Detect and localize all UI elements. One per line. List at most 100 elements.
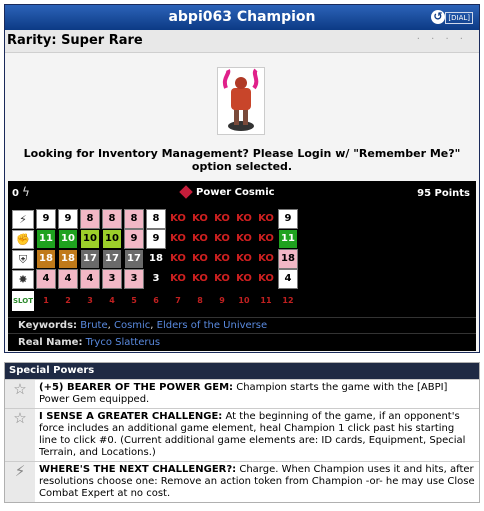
slot-number: 8 [197, 296, 203, 305]
dial-cell: KO [191, 230, 209, 248]
boot-icon: ⚡ [12, 210, 34, 229]
keyword-link[interactable]: Cosmic [114, 320, 150, 331]
figure-illustration [222, 68, 259, 131]
dial-cell: 10 [81, 230, 99, 248]
dial-cell: 9 [36, 209, 56, 229]
keywords-row: Keywords: Brute, Cosmic, Elders of the U… [8, 317, 476, 334]
dial-cell: 10 [103, 230, 121, 248]
dial-cell: 4 [58, 269, 78, 289]
dial-cell: KO [191, 250, 209, 268]
star-icon: ☆ [5, 409, 35, 461]
dial-cell: 18 [278, 249, 298, 269]
zero-label: 0 [12, 188, 19, 199]
power-gem-icon [179, 185, 193, 199]
dial-cell: KO [235, 230, 253, 248]
dial-cell: KO [257, 250, 275, 268]
keyword-link[interactable]: Brute [80, 320, 107, 331]
dial-cell: KO [169, 210, 187, 228]
dial-cell: KO [213, 270, 231, 288]
dial-cell: 3 [124, 269, 144, 289]
dial-link[interactable]: [DIAL] [445, 12, 473, 24]
rarity-label: Rarity: Super Rare [7, 33, 143, 48]
power-row: ☆ I SENSE A GREATER CHALLENGE: At the be… [5, 408, 479, 461]
keyword-link[interactable]: Elders of the Universe [157, 320, 267, 331]
slot-number: 10 [238, 296, 250, 305]
power-title: I SENSE A GREATER CHALLENGE: [39, 411, 223, 422]
slot-number: 4 [109, 296, 115, 305]
boot-icon: ⚡ [5, 462, 35, 502]
fist-icon: ✊ [12, 230, 34, 249]
character-card: abpi063 Champion ↺ [DIAL] Rarity: Super … [4, 4, 480, 353]
slot-number: 7 [175, 296, 181, 305]
dial-header: 0 ϟ Power Cosmic 95 Points [8, 181, 476, 207]
slot-number: 1 [43, 296, 49, 305]
slot-number: 6 [153, 296, 159, 305]
dial-cell: KO [257, 210, 275, 228]
special-powers-header: Special Powers [5, 363, 479, 379]
slot-number: 5 [131, 296, 137, 305]
dial-cell: 11 [37, 230, 55, 248]
keywords-label: Keywords: [18, 320, 78, 331]
rarity-row: Rarity: Super Rare · · · · [5, 30, 479, 53]
power-title: (+5) BEARER OF THE POWER GEM: [39, 382, 234, 393]
dial-cell: KO [169, 230, 187, 248]
dial-cell: KO [213, 250, 231, 268]
dial-cell: 9 [146, 229, 166, 249]
dial-cell: 17 [125, 250, 143, 268]
dial-cell: KO [169, 270, 187, 288]
power-row: ☆ (+5) BEARER OF THE POWER GEM: Champion… [5, 379, 479, 408]
dial-cell: 17 [81, 250, 99, 268]
dial-cell: 9 [278, 209, 298, 229]
dial-cell: 3 [102, 269, 122, 289]
dial-cell: 8 [102, 209, 122, 229]
slot-number: 3 [87, 296, 93, 305]
dial-cell: 18 [147, 250, 165, 268]
dial-cell: 18 [59, 250, 77, 268]
dial-cell: 8 [124, 209, 144, 229]
power-title: WHERE'S THE NEXT CHALLENGER?: [39, 464, 237, 475]
character-title: abpi063 Champion [168, 9, 316, 25]
slot-number: 9 [219, 296, 225, 305]
power-name: Power Cosmic [196, 187, 275, 198]
dial-cell: KO [191, 210, 209, 228]
real-name-value[interactable]: Tryco Slatterus [86, 337, 160, 348]
special-powers-panel: Special Powers ☆ (+5) BEARER OF THE POWE… [4, 362, 480, 503]
lightning-icon: ϟ [22, 185, 30, 199]
figure-image[interactable] [217, 67, 265, 135]
rarity-dots: · · · · [416, 34, 467, 45]
dial-cell: KO [257, 270, 275, 288]
dial-cell: KO [213, 230, 231, 248]
combat-dial: 0 ϟ Power Cosmic 95 Points ⚡ ✊ ⛨ ✸ SLOT … [8, 181, 476, 351]
login-message: Looking for Inventory Management? Please… [23, 147, 461, 173]
power-row: ⚡ WHERE'S THE NEXT CHALLENGER?: Charge. … [5, 461, 479, 502]
dial-cell: KO [235, 210, 253, 228]
dial-cell: 4 [36, 269, 56, 289]
dial-cell: KO [235, 270, 253, 288]
shield-icon: ⛨ [12, 250, 34, 269]
points-value: 95 Points [417, 188, 470, 199]
slot-number: 11 [260, 296, 272, 305]
dial-cell: 4 [278, 269, 298, 289]
dial-cell: KO [191, 270, 209, 288]
title-bar: abpi063 Champion ↺ [DIAL] [5, 5, 479, 30]
dial-cell: 11 [279, 230, 297, 248]
slot-number: 12 [282, 296, 294, 305]
dial-cell: KO [257, 230, 275, 248]
dial-cell: 9 [58, 209, 78, 229]
dial-cell: 4 [80, 269, 100, 289]
slot-label: SLOT [12, 291, 34, 311]
dial-cell: 9 [124, 229, 144, 249]
dial-cell: 8 [146, 209, 166, 229]
undo-icon[interactable]: ↺ [431, 10, 445, 24]
dial-cell: 17 [103, 250, 121, 268]
dial-cell: 8 [80, 209, 100, 229]
slot-number: 2 [65, 296, 71, 305]
stat-icons: ⚡ ✊ ⛨ ✸ [12, 210, 34, 290]
star-icon: ☆ [5, 380, 35, 408]
dial-cell: KO [169, 250, 187, 268]
dial-cell: 10 [59, 230, 77, 248]
real-name-label: Real Name: [18, 337, 83, 348]
starburst-icon: ✸ [12, 270, 34, 289]
dial-cell: KO [235, 250, 253, 268]
real-name-row: Real Name: Tryco Slatterus [8, 333, 476, 352]
